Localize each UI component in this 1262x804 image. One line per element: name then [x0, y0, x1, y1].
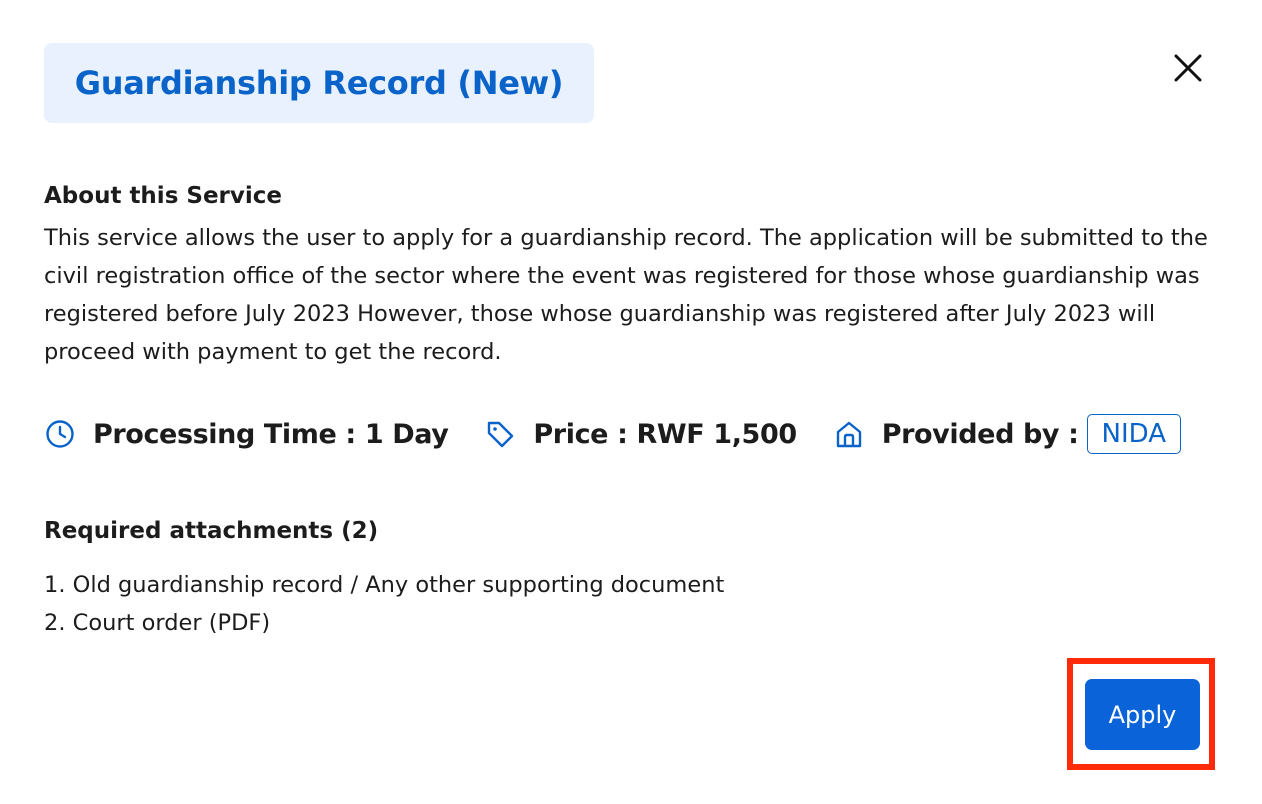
list-item: 1. Old guardianship record / Any other s… [44, 572, 725, 598]
attachments-heading: Required attachments (2) [44, 518, 379, 544]
about-description: This service allows the user to apply fo… [44, 225, 1208, 365]
list-item: 2. Court order (PDF) [44, 610, 271, 636]
close-button[interactable] [1168, 48, 1208, 88]
clock-icon [44, 418, 76, 450]
home-icon [833, 418, 865, 450]
processing-time-item: Processing Time : 1 Day [44, 418, 449, 450]
service-title-pill: Guardianship Record (New) [44, 43, 594, 123]
apply-button[interactable]: Apply [1085, 679, 1200, 750]
provider-item: Provided by : NIDA [833, 414, 1181, 454]
tag-icon [484, 418, 516, 450]
provider-badge: NIDA [1086, 414, 1181, 454]
provided-by-label: Provided by : [881, 418, 1079, 450]
price-label: Price : RWF 1,500 [533, 418, 797, 450]
price-item: Price : RWF 1,500 [484, 418, 797, 450]
service-meta-row: Processing Time : 1 Day Price : RWF 1,50… [44, 412, 1181, 456]
about-heading: About this Service [44, 183, 283, 209]
attachments-list: 1. Old guardianship record / Any other s… [44, 566, 724, 642]
page-title: Guardianship Record (New) [74, 64, 564, 102]
processing-time-label: Processing Time : 1 Day [93, 418, 449, 450]
close-icon [1174, 54, 1202, 82]
